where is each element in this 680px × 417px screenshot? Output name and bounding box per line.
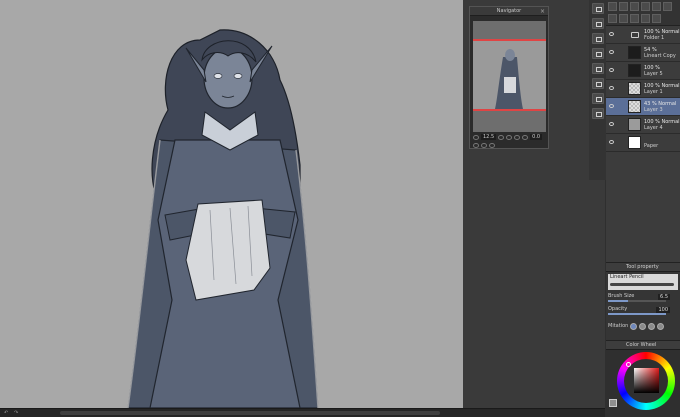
brush-size-label: Brush Size [608,293,635,299]
layer-property-icon[interactable] [591,18,604,29]
navigator-controls: 12.5 0.0 [473,134,546,148]
eye-icon[interactable] [609,50,614,54]
hue-marker[interactable] [626,362,631,367]
rotate-right-icon[interactable] [481,142,487,148]
option-icon[interactable] [639,322,647,330]
layer-name: Layer 1 [644,89,663,95]
layer-name: Folder 1 [644,35,665,41]
zoom-value[interactable]: 12.5 [481,134,497,141]
layer-panel[interactable]: 100 % Normal Folder 1 54 % Lineart Copy … [606,0,680,262]
brush-stroke-preview [610,283,674,286]
option-icon[interactable] [630,322,638,330]
brush-size-slider[interactable] [608,300,666,302]
layer-row[interactable]: Paper [606,134,680,152]
eye-icon[interactable] [609,32,614,36]
layer-name: Paper [644,143,659,149]
layer-row[interactable]: 100 % Normal Layer 4 [606,116,680,134]
option-icon[interactable] [657,322,665,330]
option-icon[interactable] [648,322,656,330]
opacity-row[interactable]: Opacity 100 [608,306,678,316]
flip-icon[interactable] [522,134,529,140]
navigator-title: Navigator [496,8,522,14]
new-vector-layer-icon[interactable] [619,2,628,11]
zoom-in-icon[interactable] [498,134,505,140]
horizontal-scrollbar[interactable] [60,411,440,415]
clip-studio-window: Navigator × 12.5 0.0 100 % Normal Folder… [0,0,680,417]
eye-icon[interactable] [609,68,614,72]
reset-rotation-icon[interactable] [489,142,495,148]
tool-property-panel[interactable]: Tool property Lineart Pencil Brush Size … [606,262,680,340]
opacity-slider[interactable] [608,313,666,315]
folder-icon [631,32,639,38]
navigator-thumbnail [495,49,523,109]
layer-row[interactable]: 54 % Lineart Copy [606,44,680,62]
layer-name: Layer 5 [644,71,663,77]
item-bank-icon[interactable] [591,93,604,104]
redo-icon[interactable]: ↷ [14,410,18,416]
zoom-out-icon[interactable] [473,134,479,140]
color-wheel-header: Color Wheel [606,341,680,350]
saturation-value-square[interactable] [634,368,659,393]
navigator-panel[interactable]: Navigator × 12.5 0.0 [469,6,549,149]
layer-thumbnail [628,64,641,77]
rotation-value[interactable]: 0.0 [530,134,543,141]
brush-size-row[interactable]: Brush Size 6.5 [608,293,678,303]
menu-icon[interactable] [652,13,661,23]
actual-size-icon[interactable] [514,134,521,140]
eye-icon[interactable] [609,140,614,144]
undo-icon[interactable]: ↶ [4,410,8,416]
clip-layer-icon[interactable] [641,2,650,11]
layer-name: Layer 3 [644,107,663,113]
eye-icon[interactable] [609,104,614,108]
navigator-title-bar[interactable]: Navigator × [470,7,548,16]
brush-name: Lineart Pencil [610,274,644,280]
merge-icon[interactable] [630,13,639,23]
timeline-icon[interactable] [591,108,604,119]
eye-icon[interactable] [609,122,614,126]
new-layer-icon[interactable] [591,3,604,14]
sub-view-icon[interactable] [591,48,604,59]
layer-thumbnail [628,46,641,59]
character-artwork [127,29,319,408]
rotate-left-icon[interactable] [473,142,479,148]
close-icon[interactable]: × [540,7,545,16]
main-color-swatch[interactable] [609,399,617,407]
layer-row[interactable]: 100 % Normal Folder 1 [606,26,680,44]
panel-tool-column [589,0,606,180]
material-icon[interactable] [591,33,604,44]
new-raster-layer-icon[interactable] [608,2,617,11]
layer-row[interactable]: 100 % Normal Layer 1 [606,80,680,98]
layer-name: Lineart Copy [644,53,676,59]
layer-thumbnail [628,136,641,149]
reference-icon[interactable] [663,2,672,11]
layer-name: Layer 4 [644,125,663,131]
new-folder-icon[interactable] [630,2,639,11]
mask-icon[interactable] [608,13,617,23]
brush-preview[interactable]: Lineart Pencil [608,274,678,290]
layer-thumbnail [628,118,641,131]
delete-icon[interactable] [641,13,650,23]
lock-icon[interactable] [652,2,661,11]
status-bar: ↶ ↷ [0,408,605,417]
navigator-preview[interactable] [473,21,546,132]
ruler-icon[interactable] [619,13,628,23]
drawing-canvas[interactable] [0,0,463,408]
stabilization-row[interactable]: Mitation [608,321,678,331]
tool-property-header: Tool property [606,263,680,272]
mode-label: Mitation [608,323,629,329]
layer-thumbnail [628,100,641,113]
opacity-label: Opacity [608,306,628,312]
fit-icon[interactable] [506,134,513,140]
layer-toolbar [606,0,680,26]
layer-row-selected[interactable]: 43 % Normal Layer 3 [606,98,680,116]
auto-action-icon[interactable] [591,78,604,89]
color-wheel-panel[interactable]: Color Wheel [606,340,680,417]
eye-icon[interactable] [609,86,614,90]
layer-thumbnail [628,82,641,95]
history-icon[interactable] [591,63,604,74]
layer-row[interactable]: 100 % Layer 5 [606,62,680,80]
